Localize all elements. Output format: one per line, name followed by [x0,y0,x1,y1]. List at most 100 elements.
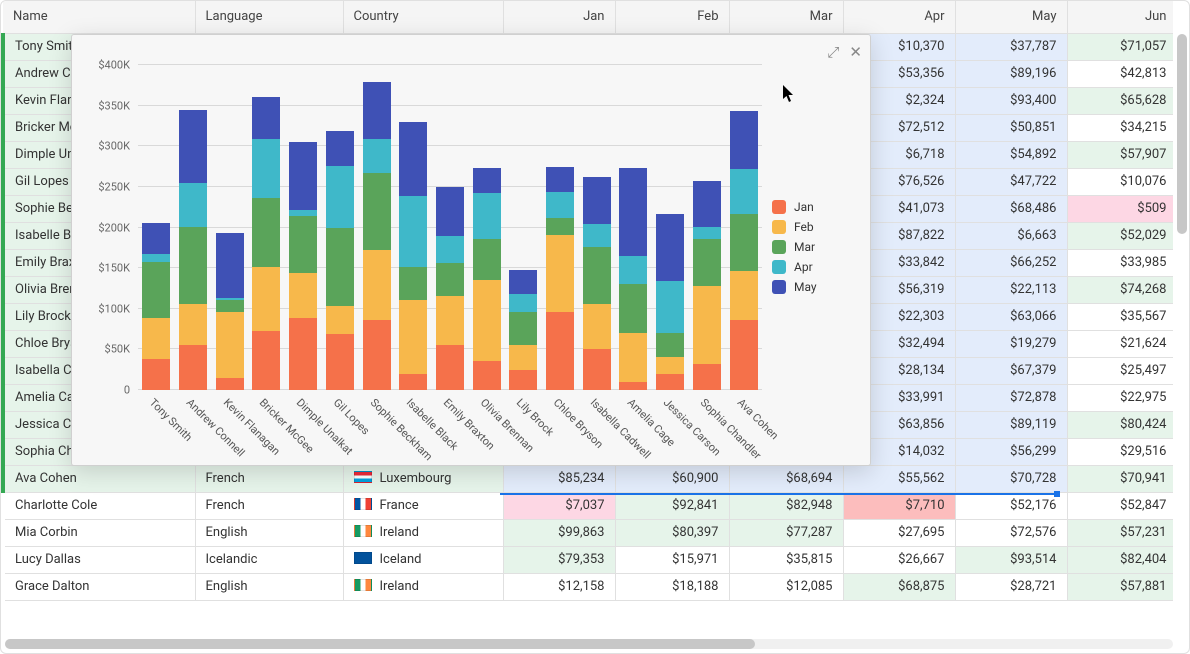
cell-jun[interactable]: $65,628 [1067,87,1173,114]
cell-jun[interactable]: $35,567 [1067,303,1173,330]
cell-may[interactable]: $67,379 [955,357,1067,384]
cell-may[interactable]: $89,196 [955,60,1067,87]
chart-bar[interactable] [399,122,427,390]
cell-may[interactable]: $22,113 [955,276,1067,303]
cell-jun[interactable]: $29,516 [1067,438,1173,465]
cell-language[interactable]: English [195,519,343,546]
chart-bar[interactable] [252,97,280,390]
chart-bar[interactable] [730,111,758,390]
cell-may[interactable]: $63,066 [955,303,1067,330]
cell-feb[interactable]: $80,397 [615,519,729,546]
cell-jun[interactable]: $57,907 [1067,141,1173,168]
cell-may[interactable]: $6,663 [955,222,1067,249]
cell-mar[interactable]: $77,287 [729,519,843,546]
chart-bar[interactable] [656,214,684,390]
chart-bar[interactable] [179,110,207,390]
cell-may[interactable]: $52,176 [955,492,1067,519]
cell-name[interactable]: Charlotte Cole [3,492,195,519]
chart-bar[interactable] [289,142,317,390]
col-country[interactable]: Country [343,1,503,33]
chart-bar[interactable] [216,233,244,390]
cell-may[interactable]: $50,851 [955,114,1067,141]
cell-name[interactable]: Mia Corbin [3,519,195,546]
cell-feb[interactable]: $18,188 [615,573,729,600]
cell-jun[interactable]: $42,813 [1067,60,1173,87]
table-row[interactable]: Charlotte ColeFrenchFrance$7,037$92,841$… [3,492,1173,519]
cell-jun[interactable]: $25,497 [1067,357,1173,384]
cell-name[interactable]: Grace Dalton [3,573,195,600]
close-icon[interactable]: ✕ [849,43,862,61]
cell-jun[interactable]: $57,231 [1067,519,1173,546]
cell-jan[interactable]: $12,158 [503,573,615,600]
cell-jun[interactable]: $21,624 [1067,330,1173,357]
cell-mar[interactable]: $12,085 [729,573,843,600]
cell-language[interactable]: French [195,492,343,519]
cell-jan[interactable]: $85,234 [503,465,615,492]
cell-country[interactable]: Ireland [343,573,503,600]
cell-jun[interactable]: $10,076 [1067,168,1173,195]
maximize-icon[interactable]: ⤢ [827,43,839,61]
chart-bar[interactable] [142,223,170,390]
cell-jun[interactable]: $22,975 [1067,384,1173,411]
cell-jun[interactable]: $52,029 [1067,222,1173,249]
col-jun[interactable]: Jun [1067,1,1173,33]
chart-bar[interactable] [363,82,391,390]
legend-item[interactable]: Apr [772,260,852,274]
cell-may[interactable]: $28,721 [955,573,1067,600]
cell-may[interactable]: $70,728 [955,465,1067,492]
cell-apr[interactable]: $7,710 [843,492,955,519]
cell-feb[interactable]: $60,900 [615,465,729,492]
col-mar[interactable]: Mar [729,1,843,33]
chart-bar[interactable] [436,187,464,390]
cell-may[interactable]: $37,787 [955,33,1067,60]
cell-jun[interactable]: $71,057 [1067,33,1173,60]
chart-bar[interactable] [509,270,537,390]
legend-item[interactable]: Mar [772,240,852,254]
cell-may[interactable]: $54,892 [955,141,1067,168]
cell-jun[interactable]: $52,847 [1067,492,1173,519]
cell-may[interactable]: $93,400 [955,87,1067,114]
cell-jun[interactable]: $82,404 [1067,546,1173,573]
chart-bar[interactable] [326,131,354,390]
table-row[interactable]: Lucy DallasIcelandicIceland$79,353$15,97… [3,546,1173,573]
cell-apr[interactable]: $27,695 [843,519,955,546]
chart-bar[interactable] [619,168,647,390]
cell-may[interactable]: $56,299 [955,438,1067,465]
cell-jun[interactable]: $80,424 [1067,411,1173,438]
col-apr[interactable]: Apr [843,1,955,33]
vertical-scrollbar[interactable] [1177,34,1187,234]
cell-mar[interactable]: $35,815 [729,546,843,573]
legend-item[interactable]: Feb [772,220,852,234]
cell-jan[interactable]: $79,353 [503,546,615,573]
col-may[interactable]: May [955,1,1067,33]
cell-country[interactable]: Ireland [343,519,503,546]
cell-language[interactable]: French [195,465,343,492]
table-row[interactable]: Mia CorbinEnglishIreland$99,863$80,397$7… [3,519,1173,546]
table-row[interactable]: Ava CohenFrenchLuxembourg$85,234$60,900$… [3,465,1173,492]
cell-jan[interactable]: $99,863 [503,519,615,546]
cell-feb[interactable]: $92,841 [615,492,729,519]
col-feb[interactable]: Feb [615,1,729,33]
cell-may[interactable]: $19,279 [955,330,1067,357]
legend-item[interactable]: May [772,280,852,294]
chart-bar[interactable] [583,177,611,390]
cell-mar[interactable]: $82,948 [729,492,843,519]
cell-may[interactable]: $68,486 [955,195,1067,222]
chart-bar[interactable] [473,168,501,390]
cell-may[interactable]: $72,878 [955,384,1067,411]
cell-jun[interactable]: $74,268 [1067,276,1173,303]
cell-jan[interactable]: $7,037 [503,492,615,519]
cell-may[interactable]: $72,576 [955,519,1067,546]
cell-country[interactable]: France [343,492,503,519]
cell-country[interactable]: Luxembourg [343,465,503,492]
cell-jun[interactable]: $33,985 [1067,249,1173,276]
cell-mar[interactable]: $68,694 [729,465,843,492]
cell-may[interactable]: $89,119 [955,411,1067,438]
legend-item[interactable]: Jan [772,200,852,214]
cell-name[interactable]: Lucy Dallas [3,546,195,573]
cell-language[interactable]: Icelandic [195,546,343,573]
table-row[interactable]: Grace DaltonEnglishIreland$12,158$18,188… [3,573,1173,600]
horizontal-scrollbar-thumb[interactable] [5,639,755,649]
col-jan[interactable]: Jan [503,1,615,33]
cell-jun[interactable]: $509 [1067,195,1173,222]
